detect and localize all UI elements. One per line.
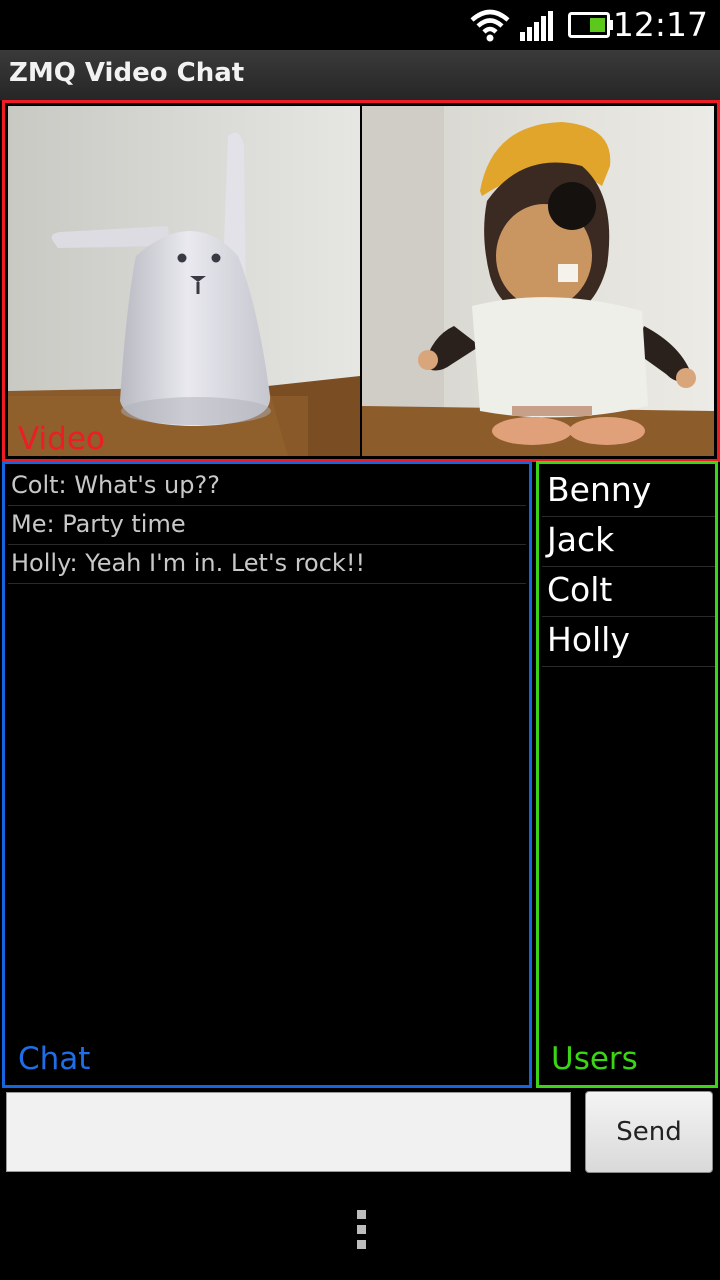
user-list-item[interactable]: Colt <box>542 567 715 617</box>
send-button[interactable]: Send <box>585 1091 713 1173</box>
wifi-icon <box>470 8 510 46</box>
video-label: Video <box>18 421 105 457</box>
user-list-item[interactable]: Holly <box>542 617 715 667</box>
users-panel: Benny Jack Colt Holly Users <box>536 461 718 1088</box>
status-bar: 12:17 <box>0 0 720 50</box>
video-panel: Video <box>2 100 720 462</box>
overflow-menu-icon[interactable] <box>352 1210 370 1256</box>
chat-message[interactable]: Me: Party time <box>8 506 526 545</box>
users-label: Users <box>551 1041 638 1077</box>
battery-icon <box>568 12 614 42</box>
mole-plush-feed <box>362 106 714 456</box>
user-list[interactable]: Benny Jack Colt Holly <box>542 467 715 667</box>
action-bar: ZMQ Video Chat <box>0 50 720 101</box>
user-list-item[interactable]: Jack <box>542 517 715 567</box>
rabbit-lamp-feed <box>8 106 360 456</box>
chat-message-list[interactable]: Colt: What's up?? Me: Party time Holly: … <box>8 467 526 584</box>
chat-panel: Colt: What's up?? Me: Party time Holly: … <box>2 461 532 1088</box>
chat-label: Chat <box>18 1041 91 1077</box>
chat-message[interactable]: Colt: What's up?? <box>8 467 526 506</box>
message-input[interactable] <box>6 1092 571 1172</box>
chat-message[interactable]: Holly: Yeah I'm in. Let's rock!! <box>8 545 526 584</box>
signal-icon <box>518 10 556 46</box>
status-clock: 12:17 <box>612 5 708 44</box>
user-list-item[interactable]: Benny <box>542 467 715 517</box>
app-title: ZMQ Video Chat <box>9 58 245 88</box>
